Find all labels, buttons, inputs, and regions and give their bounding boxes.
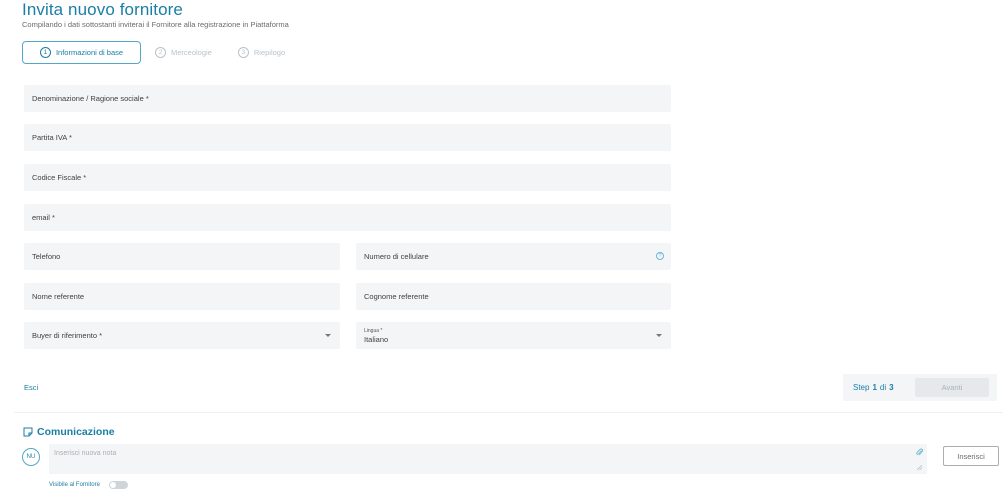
step-sep: di	[879, 383, 887, 392]
inserisci-button[interactable]: Inserisci	[943, 446, 999, 466]
field-value: Italiano	[364, 334, 389, 344]
note-placeholder: Inserisci nuova nota	[54, 450, 117, 457]
step-label: Merceologie	[171, 48, 212, 57]
codice-fiscale-field[interactable]: Codice Fiscale *	[24, 164, 671, 191]
field-label: Codice Fiscale *	[32, 173, 87, 182]
field-label: Lingua *	[364, 327, 383, 334]
step-prefix: Step	[853, 383, 870, 392]
field-label: Cognome referente	[364, 292, 429, 301]
step-number: 1	[39, 47, 51, 58]
comunicazione-title: Comunicazione	[37, 426, 115, 438]
nome-referente-field[interactable]: Nome referente	[24, 283, 340, 310]
field-label: Numero di cellulare	[364, 252, 429, 261]
page-subtitle: Compilando i dati sottostanti inviterai …	[22, 20, 289, 29]
chevron-down-icon	[656, 334, 662, 337]
comunicazione-header: Comunicazione	[23, 426, 115, 438]
avatar: NU	[22, 448, 40, 466]
field-label: Denominazione / Ragione sociale *	[32, 94, 149, 103]
step-number: 2	[155, 47, 166, 58]
partita-iva-field[interactable]: Partita IVA *	[24, 124, 671, 151]
esci-link[interactable]: Esci	[24, 383, 38, 392]
step-riepilogo[interactable]: 3 Riepilogo	[226, 41, 297, 64]
step-total: 3	[889, 383, 894, 392]
telefono-field[interactable]: Telefono	[24, 243, 340, 270]
note-input[interactable]: Inserisci nuova nota	[49, 444, 927, 474]
field-label: Telefono	[32, 252, 61, 261]
field-label: Buyer di riferimento *	[32, 331, 103, 340]
cognome-referente-field[interactable]: Cognome referente	[356, 283, 671, 310]
step-label: Riepilogo	[253, 48, 286, 57]
divider	[14, 412, 1003, 413]
step-indicator: Step 1 di 3 Avanti	[843, 374, 997, 401]
step-informazioni-di-base[interactable]: 1 Informazioni di base	[22, 41, 141, 64]
visibile-label: Visibile al Fornitore	[49, 482, 100, 488]
field-label: Partita IVA *	[32, 133, 72, 142]
wizard-stepper: 1 Informazioni di base 2 Merceologie 3 R…	[22, 41, 299, 64]
field-label: Nome referente	[32, 292, 85, 301]
visibile-toggle-row: Visibile al Fornitore	[49, 481, 128, 489]
chevron-down-icon	[325, 334, 331, 337]
cellulare-field[interactable]: Numero di cellulare ?	[356, 243, 671, 270]
step-number: 3	[237, 47, 249, 58]
paperclip-icon[interactable]	[916, 448, 923, 457]
note-icon	[23, 427, 33, 437]
help-icon[interactable]: ?	[656, 252, 664, 260]
page-title: Invita nuovo fornitore	[22, 0, 183, 19]
resize-handle-icon[interactable]	[917, 465, 922, 470]
email-field[interactable]: email *	[24, 204, 671, 231]
step-current: 1	[872, 383, 877, 392]
denominazione-field[interactable]: Denominazione / Ragione sociale *	[24, 85, 671, 112]
lingua-select[interactable]: Lingua * Italiano	[356, 322, 671, 349]
visibile-toggle[interactable]	[108, 481, 128, 489]
buyer-select[interactable]: Buyer di riferimento *	[24, 322, 340, 349]
step-merceologie[interactable]: 2 Merceologie	[143, 41, 224, 64]
field-label: email *	[32, 213, 55, 222]
avanti-button[interactable]: Avanti	[915, 378, 989, 397]
step-label: Informazioni di base	[55, 48, 124, 57]
